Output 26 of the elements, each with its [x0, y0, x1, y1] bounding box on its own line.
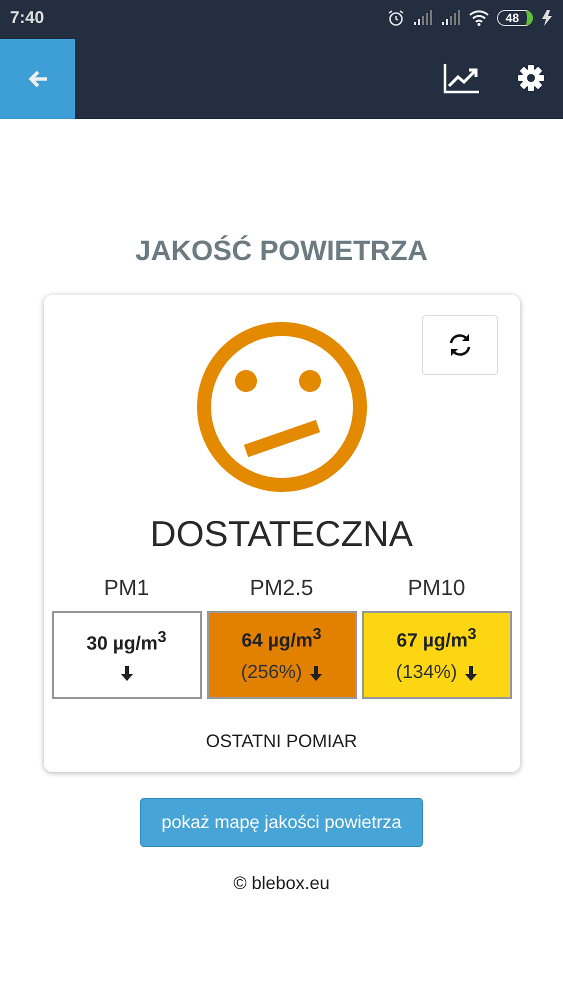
refresh-button[interactable]	[422, 315, 498, 375]
wifi-icon	[468, 10, 489, 26]
signal-icon	[440, 10, 461, 26]
page-title: JAKOŚĆ POWIETRZA	[135, 235, 428, 267]
down-arrow-icon	[120, 666, 132, 681]
quality-label: DOSTATECZNA	[150, 513, 413, 555]
alarm-icon	[386, 9, 405, 27]
down-arrow-icon	[465, 666, 478, 681]
show-map-button[interactable]: pokaż mapę jakości powietrza	[140, 798, 423, 847]
status-time: 7:40	[10, 8, 44, 28]
measurement-value: 30 µg/m$^{3}$	[86, 629, 166, 656]
measurement-value: 64 µg/m$^{3}$	[242, 626, 322, 652]
battery-indicator: 48	[496, 10, 533, 26]
last-measurement-label: OSTATNI POMIAR	[206, 731, 358, 752]
measurement-percent: (134%)	[396, 662, 458, 684]
pm-label: PM10	[408, 575, 466, 601]
neutral-face-icon	[196, 321, 368, 493]
down-arrow-icon	[310, 666, 322, 681]
measurement-percent: (256%)	[240, 662, 302, 684]
measurement-value: 67 µg/m$^{3}$	[396, 626, 476, 652]
copyright-text: © blebox.eu	[233, 873, 330, 894]
charging-icon	[541, 10, 555, 26]
pm-label: PM2.5	[250, 575, 314, 601]
pm-label: PM1	[104, 575, 150, 601]
back-arrow-icon	[26, 69, 48, 89]
signal-icon	[412, 10, 433, 26]
